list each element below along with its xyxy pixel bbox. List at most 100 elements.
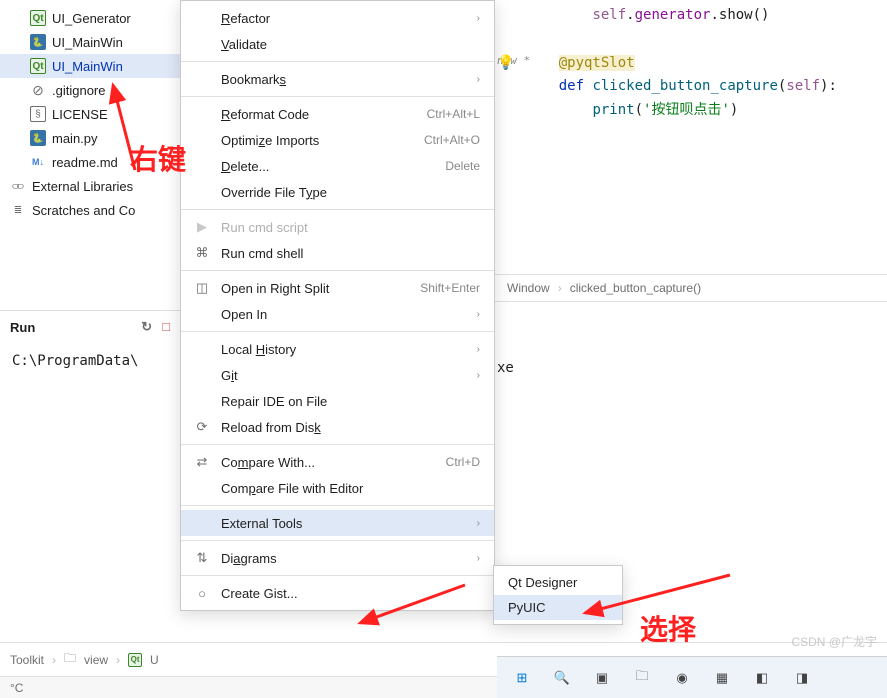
- menu-label: External Tools: [221, 516, 467, 531]
- menu-item[interactable]: External Tools›: [181, 510, 494, 536]
- chevron-right-icon: ›: [477, 344, 480, 355]
- license-icon: §: [30, 106, 46, 122]
- tree-file-ui-generator[interactable]: Qt UI_Generator: [0, 6, 180, 30]
- tree-file-gitignore[interactable]: ⊘ .gitignore: [0, 78, 180, 102]
- chevron-right-icon: ›: [477, 74, 480, 85]
- submenu-pyuic[interactable]: PyUIC: [494, 595, 622, 620]
- tree-file-license[interactable]: § LICENSE: [0, 102, 180, 126]
- run-title: Run: [10, 320, 35, 335]
- code-keyword: def: [559, 78, 584, 94]
- menu-separator: [181, 575, 494, 576]
- blank-icon: [193, 184, 211, 200]
- task-view-icon[interactable]: ▣: [589, 665, 615, 691]
- tree-file-ui-mainwin-py[interactable]: 🐍 UI_MainWin: [0, 30, 180, 54]
- chevron-right-icon: ›: [477, 370, 480, 381]
- windows-start-icon[interactable]: ⊞: [509, 665, 535, 691]
- blank-icon: [193, 158, 211, 174]
- edge-icon[interactable]: ◉: [669, 665, 695, 691]
- menu-label: Reload from Disk: [221, 420, 480, 435]
- blank-icon: [193, 306, 211, 322]
- code-function: clicked_button_capture: [592, 78, 777, 94]
- menu-item[interactable]: Bookmarks›: [181, 66, 494, 92]
- bulb-icon[interactable]: 💡: [497, 52, 514, 76]
- split-icon: ◫: [193, 280, 211, 296]
- submenu-qt-designer[interactable]: Qt Designer: [494, 570, 622, 595]
- chevron-right-icon: ›: [558, 281, 562, 295]
- submenu-label: Qt Designer: [508, 575, 608, 590]
- file-name: readme.md: [52, 155, 118, 170]
- menu-item[interactable]: Refactor›: [181, 5, 494, 31]
- blank-icon: [193, 106, 211, 122]
- blank-icon: [193, 71, 211, 87]
- gitignore-icon: ⊘: [30, 82, 46, 98]
- breadcrumb-item[interactable]: view: [84, 653, 108, 667]
- markdown-icon: M↓: [30, 154, 46, 170]
- tree-external-libraries[interactable]: ⫏⫐ External Libraries: [0, 174, 180, 198]
- breadcrumb-item[interactable]: U: [150, 653, 159, 667]
- menu-item[interactable]: ⇄Compare With...Ctrl+D: [181, 449, 494, 475]
- rerun-icon[interactable]: ↻: [141, 319, 152, 335]
- tree-file-main-py[interactable]: 🐍 main.py: [0, 126, 180, 150]
- file-name: .gitignore: [52, 83, 105, 98]
- menu-item[interactable]: ◫Open in Right SplitShift+Enter: [181, 275, 494, 301]
- chevron-right-icon: ›: [116, 653, 120, 667]
- submenu-label: PyUIC: [508, 600, 608, 615]
- explorer-icon[interactable]: 🗀: [629, 665, 655, 691]
- code-decorator: @pyqtSlot: [559, 55, 635, 71]
- project-tree: Qt UI_Generator 🐍 UI_MainWin Qt UI_MainW…: [0, 0, 180, 222]
- code-function: print: [592, 102, 634, 118]
- menu-item: ▶Run cmd script: [181, 214, 494, 240]
- menu-item[interactable]: Delete...Delete: [181, 153, 494, 179]
- tree-file-ui-mainwin-qt[interactable]: Qt UI_MainWin: [0, 54, 180, 78]
- menu-item[interactable]: ○Create Gist...: [181, 580, 494, 606]
- menu-separator: [181, 209, 494, 210]
- menu-label: Refactor: [221, 11, 467, 26]
- app-icon[interactable]: ◧: [749, 665, 775, 691]
- menu-item[interactable]: ⟳Reload from Disk: [181, 414, 494, 440]
- menu-separator: [181, 444, 494, 445]
- code-token: generator: [635, 7, 711, 23]
- menu-item[interactable]: Repair IDE on File: [181, 388, 494, 414]
- compare-icon: ⇄: [193, 454, 211, 470]
- menu-separator: [181, 540, 494, 541]
- cmd-icon: ⌘: [193, 245, 211, 261]
- stop-icon[interactable]: □: [162, 319, 170, 335]
- run-output[interactable]: C:\ProgramData\: [0, 343, 180, 379]
- tree-file-readme[interactable]: M↓ readme.md: [0, 150, 180, 174]
- python-icon: 🐍: [30, 34, 46, 50]
- output-fragment: xe: [497, 360, 514, 376]
- menu-label: Validate: [221, 37, 480, 52]
- breadcrumb-class[interactable]: Window: [507, 281, 550, 295]
- breadcrumb-method[interactable]: clicked_button_capture(): [570, 281, 701, 295]
- code-token: self: [592, 7, 626, 23]
- menu-item[interactable]: Open In›: [181, 301, 494, 327]
- menu-label: Delete...: [221, 159, 435, 174]
- search-icon[interactable]: 🔍: [549, 665, 575, 691]
- menu-item[interactable]: Git›: [181, 362, 494, 388]
- menu-separator: [181, 505, 494, 506]
- blank-icon: [193, 341, 211, 357]
- menu-label: Local History: [221, 342, 467, 357]
- menu-item[interactable]: ⇅Diagrams›: [181, 545, 494, 571]
- libraries-icon: ⫏⫐: [10, 178, 26, 194]
- blank-icon: [193, 515, 211, 531]
- app-icon[interactable]: ◨: [789, 665, 815, 691]
- code-breadcrumb: Window › clicked_button_capture(): [495, 274, 887, 302]
- menu-item[interactable]: Override File Type: [181, 179, 494, 205]
- breadcrumb-item[interactable]: Toolkit: [10, 653, 44, 667]
- menu-label: Override File Type: [221, 185, 480, 200]
- context-menu: Refactor›ValidateBookmarks›Reformat Code…: [180, 0, 495, 611]
- menu-label: Compare With...: [221, 455, 436, 470]
- menu-item[interactable]: Optimize ImportsCtrl+Alt+O: [181, 127, 494, 153]
- menu-item[interactable]: Compare File with Editor: [181, 475, 494, 501]
- label: External Libraries: [32, 179, 133, 194]
- qt-icon: Qt: [128, 653, 142, 667]
- menu-item[interactable]: Local History ›: [181, 336, 494, 362]
- menu-item[interactable]: ⌘Run cmd shell: [181, 240, 494, 266]
- menu-shortcut: Ctrl+Alt+L: [427, 107, 480, 121]
- menu-item[interactable]: Validate: [181, 31, 494, 57]
- code-editor[interactable]: self.generator.show() new * 💡 @pyqtSlot …: [495, 0, 887, 270]
- app-icon[interactable]: ▦: [709, 665, 735, 691]
- tree-scratches[interactable]: ≣ Scratches and Co: [0, 198, 180, 222]
- menu-item[interactable]: Reformat CodeCtrl+Alt+L: [181, 101, 494, 127]
